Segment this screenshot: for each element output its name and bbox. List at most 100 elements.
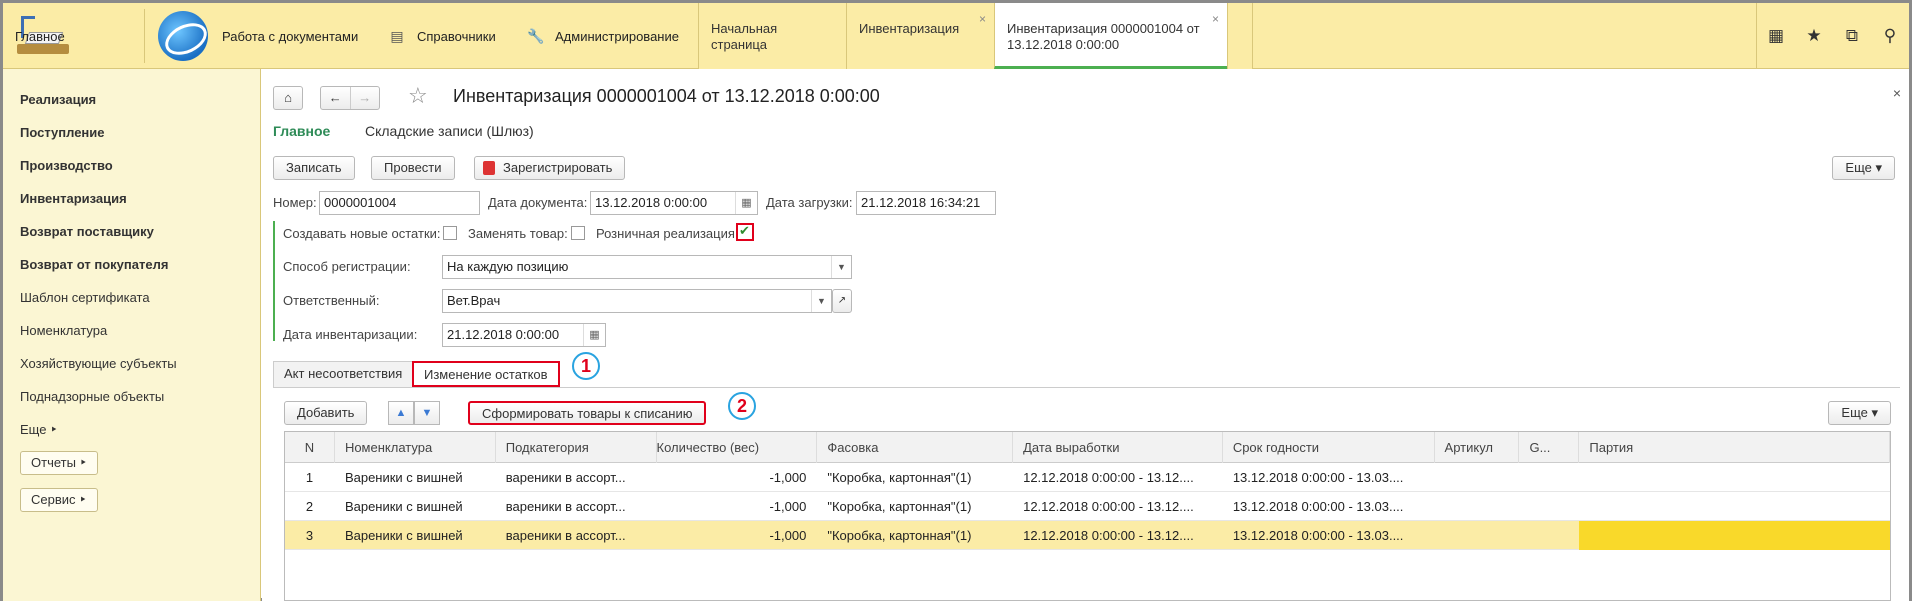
cell-batch-active[interactable]: [1579, 521, 1890, 550]
col-subcategory[interactable]: Подкатегория: [496, 432, 657, 463]
add-button[interactable]: Добавить: [284, 401, 368, 425]
chevron-down-icon[interactable]: ▼: [831, 256, 851, 278]
star-icon[interactable]: ★: [1795, 26, 1833, 46]
sidebar-item-receipts[interactable]: Поступление: [3, 116, 260, 149]
registration-method-select[interactable]: На каждую позицию ▼: [442, 255, 852, 279]
tab-inventory-list[interactable]: Инвентаризация ×: [846, 3, 994, 69]
tab-divider: [273, 387, 1900, 388]
number-field[interactable]: 0000001004: [319, 191, 480, 215]
cell-production-date: 12.12.2018 0:00:00 - 13.12....: [1023, 528, 1194, 543]
grid-icon[interactable]: ▦: [1757, 26, 1795, 46]
tab-balance-changes[interactable]: Изменение остатков: [412, 361, 560, 387]
step-badge-2: 2: [728, 392, 756, 420]
retail-sale-label: Розничная реализация:: [596, 226, 739, 241]
col-article[interactable]: Артикул: [1435, 432, 1520, 463]
cell-expiry: 13.12.2018 0:00:00 - 13.03....: [1232, 499, 1404, 514]
cell-packaging: "Коробка, картонная"(1): [827, 499, 972, 514]
close-form-icon[interactable]: ×: [1893, 85, 1901, 101]
post-button[interactable]: Провести: [371, 156, 455, 180]
sidebar-item-nomenclature[interactable]: Номенклатура: [3, 314, 260, 347]
open-link-icon[interactable]: ↗: [832, 289, 852, 313]
favorite-star-icon[interactable]: ☆: [408, 83, 428, 109]
sidebar-item-more[interactable]: Еще ‣: [3, 413, 260, 446]
col-packaging[interactable]: Фасовка: [817, 432, 1014, 463]
sidebar-item-return-customer[interactable]: Возврат от покупателя: [3, 248, 260, 281]
cell-g: [1519, 492, 1579, 521]
retail-sale-checkbox[interactable]: [736, 223, 754, 241]
open-tabs: Начальная страница Инвентаризация × Инве…: [698, 3, 1253, 69]
table-row-selected[interactable]: 3 Вареники с вишней вареники в ассорт...…: [285, 521, 1890, 550]
table-row[interactable]: 1 Вареники с вишней вареники в ассорт...…: [285, 463, 1890, 492]
table-more-button[interactable]: Еще ▾: [1828, 401, 1891, 425]
sidebar-item-certificate-template[interactable]: Шаблон сертификата: [3, 281, 260, 314]
cell-subcategory: вареники в ассорт...: [505, 470, 626, 485]
globe-icon: [158, 11, 208, 61]
cell-subcategory: вареники в ассорт...: [505, 528, 626, 543]
col-g[interactable]: G...: [1519, 432, 1580, 463]
forward-arrow-icon[interactable]: →: [351, 87, 380, 109]
col-expiry[interactable]: Срок годности: [1223, 432, 1435, 463]
more-button[interactable]: Еще ▾: [1832, 156, 1895, 180]
reports-button[interactable]: Отчеты ‣: [20, 451, 99, 475]
section-documents[interactable]: Работа с документами: [158, 3, 358, 69]
inventory-date-value: 21.12.2018 0:00:00: [447, 327, 560, 342]
app-window: Главное Работа с документами ▤ Справочни…: [0, 0, 1912, 601]
cell-expiry: 13.12.2018 0:00:00 - 13.03....: [1232, 528, 1404, 543]
section-admin[interactable]: 🔧 Администрирование: [527, 3, 679, 69]
responsible-select[interactable]: Вет.Врач ▼: [442, 289, 832, 313]
close-icon[interactable]: ×: [1212, 11, 1219, 27]
service-button[interactable]: Сервис ‣: [20, 488, 98, 512]
cell-g: [1519, 463, 1579, 492]
tab-inventory-doc[interactable]: Инвентаризация 0000001004 от 13.12.2018 …: [994, 3, 1227, 69]
replace-product-checkbox[interactable]: [571, 226, 585, 240]
table-row[interactable]: 2 Вареники с вишней вареники в ассорт...…: [285, 492, 1890, 521]
tab-discrepancy-act[interactable]: Акт несоответствия: [273, 361, 414, 387]
wrench-icon: 🔧: [527, 28, 545, 44]
cell-nomenclature: Вареники с вишней: [344, 470, 463, 485]
col-production-date[interactable]: Дата выработки: [1013, 432, 1223, 463]
section-references[interactable]: ▤ Справочники: [389, 3, 495, 69]
table-header: N Номенклатура Подкатегория Количество (…: [285, 432, 1890, 463]
chevron-down-icon[interactable]: ▼: [811, 290, 831, 312]
sidebar-item-supervised-objects[interactable]: Поднадзорные объекты: [3, 380, 260, 413]
col-nomenclature[interactable]: Номенклатура: [335, 432, 496, 463]
move-up-icon[interactable]: ▲: [388, 401, 414, 425]
home-button[interactable]: ⌂: [273, 86, 303, 110]
subnav-warehouse-records[interactable]: Складские записи (Шлюз): [365, 123, 534, 139]
col-n[interactable]: N: [285, 432, 335, 463]
sidebar-item-production[interactable]: Производство: [3, 149, 260, 182]
tab-start-page[interactable]: Начальная страница: [698, 3, 846, 69]
move-down-icon[interactable]: ▼: [414, 401, 440, 425]
form-writeoff-button[interactable]: Сформировать товары к списанию: [468, 401, 707, 425]
sidebar-item-inventory[interactable]: Инвентаризация: [3, 182, 260, 215]
doc-date-field[interactable]: 13.12.2018 0:00:00 ▦: [590, 191, 758, 215]
register-button[interactable]: Зарегистрировать: [474, 156, 626, 180]
sidebar-item-sales[interactable]: Реализация: [3, 83, 260, 116]
subnav-main[interactable]: Главное: [273, 123, 330, 139]
sidebar: Реализация Поступление Производство Инве…: [3, 69, 261, 601]
load-date-label: Дата загрузки:: [766, 195, 853, 210]
save-button[interactable]: Записать: [273, 156, 355, 180]
col-batch[interactable]: Партия: [1579, 432, 1890, 463]
calendar-icon[interactable]: ▦: [735, 192, 757, 214]
home-section[interactable]: Главное: [3, 3, 143, 69]
history-icon[interactable]: ⧉: [1833, 26, 1871, 46]
cell-n: 1: [305, 470, 314, 485]
col-quantity[interactable]: Количество (вес): [657, 432, 818, 463]
cell-packaging: "Коробка, картонная"(1): [827, 528, 972, 543]
sidebar-item-return-supplier[interactable]: Возврат поставщику: [3, 215, 260, 248]
search-icon[interactable]: ⚲: [1871, 26, 1909, 46]
cell-batch: [1579, 492, 1890, 521]
cell-packaging: "Коробка, картонная"(1): [827, 470, 972, 485]
create-new-balances-checkbox[interactable]: [443, 226, 457, 240]
close-icon[interactable]: ×: [979, 11, 986, 27]
cell-subcategory: вареники в ассорт...: [505, 499, 626, 514]
inventory-date-field[interactable]: 21.12.2018 0:00:00 ▦: [442, 323, 606, 347]
cell-n: 2: [305, 499, 314, 514]
responsible-value: Вет.Врач: [447, 293, 501, 308]
calendar-icon[interactable]: ▦: [583, 324, 605, 346]
cell-quantity: -1,000: [769, 470, 807, 485]
cell-article: [1435, 463, 1520, 492]
back-arrow-icon[interactable]: ←: [321, 87, 351, 109]
sidebar-item-business-entities[interactable]: Хозяйствующие субъекты: [3, 347, 260, 380]
